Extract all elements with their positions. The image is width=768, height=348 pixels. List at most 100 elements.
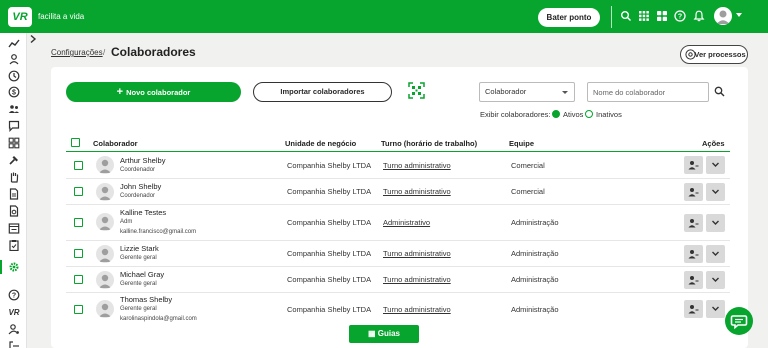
search-icon[interactable] <box>620 10 632 22</box>
table-row: Lizzie Stark Gerente geral Companhia She… <box>66 241 730 267</box>
shift-link[interactable]: Turno administrativo <box>383 305 451 314</box>
guides-button[interactable]: ▦ Guias <box>349 325 419 343</box>
dashboard-icon[interactable] <box>8 137 20 149</box>
breadcrumb-parent-link[interactable]: Configurações <box>51 48 103 57</box>
active-radio[interactable] <box>552 110 560 118</box>
tools-icon[interactable] <box>8 154 20 166</box>
shift-link[interactable]: Turno administrativo <box>383 187 451 196</box>
team: Comercial <box>511 187 545 196</box>
column-header-employee[interactable]: Colaborador <box>93 139 138 148</box>
employee-name[interactable]: John Shelby <box>120 182 161 191</box>
new-employee-label: Novo colaborador <box>126 88 191 97</box>
chevron-right-icon[interactable] <box>28 34 38 44</box>
row-checkbox[interactable] <box>74 187 83 196</box>
active-radio-label[interactable]: Ativos <box>563 110 583 119</box>
employee-role: Gerente geral <box>120 281 157 287</box>
logout-icon[interactable] <box>8 340 20 348</box>
search-icon[interactable] <box>714 86 725 97</box>
employee-role: Coordenador <box>120 167 156 173</box>
user-avatar[interactable] <box>714 7 732 25</box>
employee-name[interactable]: Thomas Shelby <box>120 295 172 304</box>
edit-user-button[interactable] <box>684 156 703 174</box>
select-all-checkbox[interactable] <box>71 138 80 147</box>
expand-row-button[interactable] <box>706 214 725 232</box>
apps-icon[interactable] <box>656 10 668 22</box>
expand-row-button[interactable] <box>706 245 725 263</box>
hand-icon[interactable] <box>8 171 20 183</box>
trend-icon[interactable] <box>8 38 20 50</box>
clipboard-icon[interactable] <box>8 239 20 251</box>
help-icon[interactable]: ? <box>674 10 686 22</box>
vr-icon[interactable]: VR <box>8 306 20 318</box>
shift-link[interactable]: Turno administrativo <box>383 161 451 170</box>
filter-type-select[interactable]: Colaborador <box>479 82 575 102</box>
chat-icon[interactable] <box>8 120 20 132</box>
row-checkbox[interactable] <box>74 249 83 258</box>
active-indicator <box>0 260 2 274</box>
calendar-icon[interactable] <box>8 222 20 234</box>
employee-role: Adm <box>120 219 133 225</box>
business-unit: Companhia Shelby LTDA <box>287 187 372 196</box>
edit-user-button[interactable] <box>684 214 703 232</box>
svg-text:$: $ <box>12 90 16 97</box>
settings-icon[interactable] <box>8 261 20 273</box>
grid-icon[interactable] <box>638 10 650 22</box>
employee-email: karolinaspindola@gmail.com <box>120 316 197 322</box>
inactive-radio[interactable] <box>585 110 593 118</box>
row-checkbox[interactable] <box>74 305 83 314</box>
edit-user-button[interactable] <box>684 300 703 318</box>
employee-name[interactable]: Kalline Testes <box>120 208 166 217</box>
row-checkbox[interactable] <box>74 218 83 227</box>
show-employees-label: Exibir colaboradores: <box>480 110 551 119</box>
chevron-down-icon[interactable] <box>736 13 742 17</box>
user-settings-icon[interactable] <box>8 323 20 335</box>
processes-icon <box>685 49 696 60</box>
edit-user-button[interactable] <box>684 271 703 289</box>
row-checkbox[interactable] <box>74 275 83 284</box>
document-icon[interactable] <box>8 188 20 200</box>
filter-type-value: Colaborador <box>485 87 527 96</box>
expand-row-button[interactable] <box>706 271 725 289</box>
employee-name[interactable]: Michael Gray <box>120 270 164 279</box>
avatar <box>96 183 114 201</box>
help-icon[interactable]: ? <box>8 289 20 301</box>
employee-name[interactable]: Arthur Shelby <box>120 156 165 165</box>
expand-row-button[interactable] <box>706 183 725 201</box>
table-row: Michael Gray Gerente geral Companhia She… <box>66 267 730 293</box>
qr-scan-icon[interactable] <box>408 82 425 99</box>
person-icon[interactable] <box>8 53 20 65</box>
sidebar: $ ? VR <box>0 33 27 348</box>
edit-user-button[interactable] <box>684 245 703 263</box>
punch-clock-button[interactable]: Bater ponto <box>538 8 600 27</box>
team-icon[interactable] <box>8 103 20 115</box>
column-header-team[interactable]: Equipe <box>509 139 534 148</box>
row-checkbox[interactable] <box>74 161 83 170</box>
report-icon[interactable] <box>8 205 20 217</box>
avatar <box>96 213 114 231</box>
chat-support-button[interactable] <box>725 307 753 335</box>
column-header-shift[interactable]: Turno (horário de trabalho) <box>381 139 477 148</box>
employee-email: kalline.francisco@gmail.com <box>120 229 197 235</box>
shift-link[interactable]: Administrativo <box>383 218 430 227</box>
shift-link[interactable]: Turno administrativo <box>383 249 451 258</box>
money-icon[interactable]: $ <box>8 86 20 98</box>
table-row: John Shelby Coordenador Companhia Shelby… <box>66 179 730 205</box>
employee-name[interactable]: Lizzie Stark <box>120 244 159 253</box>
new-employee-button[interactable]: + Novo colaborador <box>66 82 241 102</box>
edit-user-button[interactable] <box>684 183 703 201</box>
view-processes-button[interactable]: Ver processos <box>680 45 748 64</box>
shift-link[interactable]: Turno administrativo <box>383 275 451 284</box>
import-employees-button[interactable]: Importar colaboradores <box>253 82 392 102</box>
inactive-radio-label[interactable]: Inativos <box>596 110 622 119</box>
employee-search-input[interactable] <box>587 82 709 102</box>
column-header-unit[interactable]: Unidade de negócio <box>285 139 356 148</box>
vr-logo[interactable]: VR <box>8 7 32 27</box>
svg-text:VR: VR <box>8 308 19 317</box>
clock-icon[interactable] <box>8 70 20 82</box>
bell-icon[interactable] <box>693 10 705 22</box>
expand-row-button[interactable] <box>706 156 725 174</box>
svg-text:?: ? <box>678 14 682 21</box>
employee-role: Gerente geral <box>120 255 157 261</box>
team: Administração <box>511 249 559 258</box>
expand-row-button[interactable] <box>706 300 725 318</box>
